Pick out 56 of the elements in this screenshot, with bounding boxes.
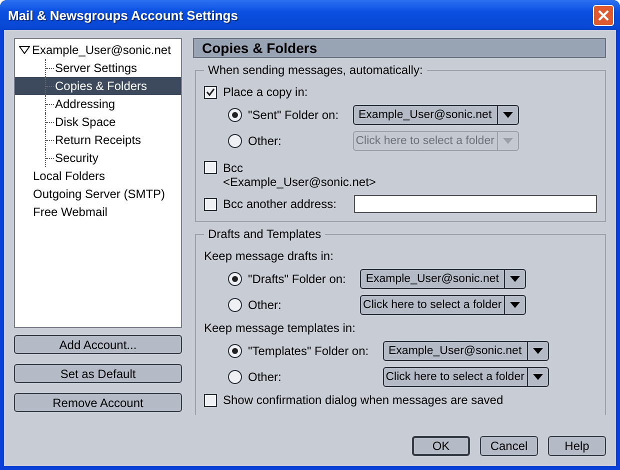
radio-label: Other: (248, 298, 282, 312)
tree-item[interactable]: Security (15, 149, 181, 167)
dialog-button[interactable]: Cancel (480, 436, 538, 456)
checkbox-label: Bcc another address: (223, 197, 336, 211)
account-button[interactable]: Remove Account (14, 393, 182, 412)
tree-item[interactable]: Return Receipts (15, 131, 181, 149)
tree-item[interactable]: Disk Space (15, 113, 181, 131)
tree-item[interactable]: Local Folders (15, 167, 181, 185)
expand-icon[interactable] (19, 46, 30, 54)
caret-icon (532, 374, 543, 380)
group-title: Drafts and Templates (204, 227, 326, 241)
radio-button[interactable] (228, 108, 242, 122)
tree-item[interactable]: Copies & Folders (15, 77, 181, 95)
radio-label: "Sent" Folder on: (248, 108, 339, 122)
checkbox-label: Bcc <Example_User@sonic.net> (223, 161, 376, 189)
radio-label: Other: (248, 370, 282, 384)
account-button[interactable]: Set as Default (14, 364, 182, 383)
account-button[interactable]: Add Account... (14, 335, 182, 354)
folder-dropdown[interactable]: Click here to select a folder (360, 295, 526, 315)
folder-dropdown[interactable]: Example_User@sonic.net (360, 269, 526, 289)
caret-icon (532, 348, 543, 354)
radio-label: Other: (248, 134, 282, 148)
folder-dropdown[interactable]: Click here to select a folder (382, 367, 549, 387)
radio-button[interactable] (228, 272, 242, 286)
checkbox[interactable] (204, 198, 217, 210)
radio-button[interactable] (228, 344, 242, 358)
tree-item[interactable]: Outgoing Server (SMTP) (15, 185, 181, 203)
caret-icon (510, 302, 520, 308)
checkbox-label: Place a copy in: (223, 85, 308, 99)
dialog-button[interactable]: Help (548, 436, 606, 456)
tree-item[interactable]: Free Webmail (15, 203, 181, 221)
bcc-address-field[interactable] (354, 195, 597, 213)
caret-icon (510, 276, 520, 282)
close-icon (598, 10, 609, 20)
section-label: Keep message templates in: (204, 321, 356, 335)
radio-label: "Templates" Folder on: (248, 344, 369, 358)
folder-dropdown[interactable]: Example_User@sonic.net (382, 341, 549, 361)
dialog-button[interactable]: OK (412, 436, 470, 456)
checkbox[interactable] (204, 161, 217, 174)
radio-button[interactable] (228, 298, 242, 312)
window-title: Mail & Newsgroups Account Settings (8, 8, 238, 22)
close-button[interactable] (593, 4, 614, 26)
checkbox-label: Show confirmation dialog when messages are saved (223, 393, 504, 407)
tree-item[interactable]: Example_User@sonic.net (15, 41, 181, 59)
checkbox[interactable] (204, 86, 217, 98)
section-label: Keep message drafts in: (204, 249, 334, 263)
caret-icon (502, 138, 513, 144)
radio-button[interactable] (228, 370, 242, 384)
radio-button[interactable] (228, 134, 242, 148)
tree-item[interactable]: Addressing (15, 95, 181, 113)
folder-dropdown[interactable]: Example_User@sonic.net (352, 105, 519, 125)
page-header: Copies & Folders (193, 38, 606, 58)
group-title: When sending messages, automatically: (204, 63, 427, 77)
caret-icon (502, 112, 513, 118)
radio-label: "Drafts" Folder on: (248, 272, 346, 286)
checkbox[interactable] (204, 394, 217, 406)
